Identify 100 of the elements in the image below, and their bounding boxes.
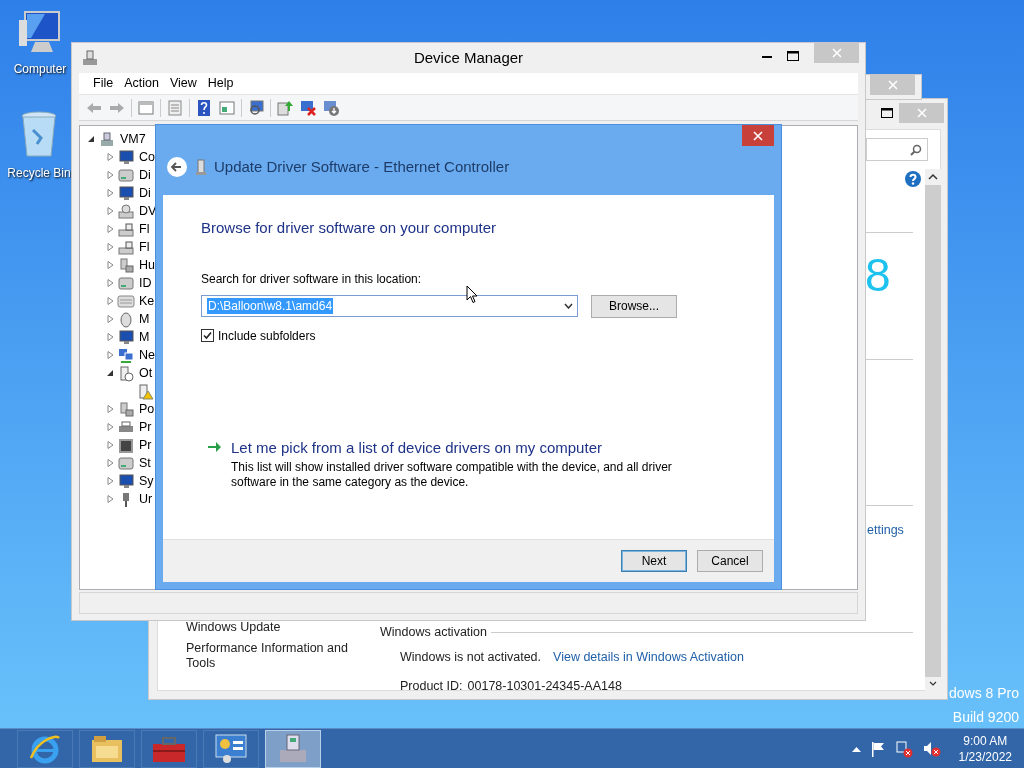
network-error-icon[interactable] (894, 739, 913, 758)
properties-icon[interactable] (166, 98, 184, 117)
expand-arrow-icon[interactable] (106, 459, 114, 467)
tree-item[interactable]: Ot (139, 363, 153, 383)
maximize-icon[interactable] (881, 108, 893, 118)
tree-item[interactable]: Di (139, 165, 151, 185)
expand-arrow-icon[interactable] (106, 225, 114, 233)
dialog-heading: Browse for driver software on your computer (201, 218, 498, 238)
minimize-icon[interactable] (762, 56, 772, 59)
expand-arrow-icon[interactable] (106, 279, 114, 287)
dialog-button[interactable]: Cancel (697, 550, 763, 572)
dialog-button[interactable]: Next (621, 550, 687, 572)
expand-arrow-icon[interactable] (106, 333, 114, 341)
drive-icon (117, 220, 135, 238)
expand-arrow-icon[interactable] (106, 207, 114, 215)
back-button[interactable] (166, 156, 188, 178)
tree-item[interactable]: Ur (139, 489, 153, 509)
expand-arrow-icon[interactable] (106, 171, 114, 179)
cursor-icon (466, 285, 478, 304)
close-button[interactable] (742, 125, 774, 146)
monitor-icon (117, 472, 135, 490)
chip-icon (117, 436, 135, 454)
show-hidden-icons-icon[interactable] (851, 745, 861, 752)
folder-icon[interactable] (90, 733, 124, 764)
computer-icon (81, 49, 99, 67)
expand-arrow-icon[interactable] (106, 351, 114, 359)
maximize-icon[interactable] (787, 50, 799, 61)
sidebar-link[interactable]: Performance Information and Tools (186, 641, 366, 671)
expand-arrow-icon[interactable] (106, 423, 114, 431)
tree-item[interactable]: Po (139, 399, 155, 419)
disc-drive-icon (117, 202, 135, 220)
expand-arrow-icon[interactable] (106, 495, 114, 503)
help-icon[interactable] (905, 171, 921, 187)
tree-item[interactable]: VM7 (120, 129, 146, 149)
menu-item[interactable]: View (165, 74, 201, 93)
expand-arrow-icon[interactable] (106, 261, 114, 269)
menu-item[interactable]: File (89, 74, 118, 93)
sidebar-link[interactable]: Windows Update (186, 620, 366, 635)
search-icon (910, 143, 922, 156)
tree-item[interactable]: Co (139, 147, 155, 167)
version-text: Build 9200 (952, 708, 1019, 726)
clock-date: 1/23/2022 (958, 748, 1012, 765)
console-tree-icon[interactable] (137, 98, 155, 117)
adapter-icon (196, 159, 206, 175)
tree-item[interactable]: St (139, 453, 151, 473)
checkbox-label: Include subfolders (218, 327, 316, 345)
expand-arrow-icon[interactable] (106, 315, 114, 323)
expand-arrow-icon[interactable] (106, 441, 114, 449)
close-icon[interactable] (753, 130, 763, 141)
dropdown-caret-icon[interactable] (564, 303, 573, 309)
tree-item[interactable]: Pr (139, 417, 152, 437)
expand-arrow-icon[interactable] (106, 189, 114, 197)
tree-item[interactable]: Di (139, 183, 151, 203)
flag-icon[interactable] (870, 740, 885, 757)
monitor-icon (117, 328, 135, 346)
expand-arrow-icon[interactable] (106, 153, 114, 161)
include-subfolders-checkbox[interactable] (201, 329, 214, 342)
scan-icon[interactable] (247, 98, 265, 117)
icon-label: Recycle Bin (7, 165, 71, 182)
tree-item[interactable]: Ne (139, 345, 155, 365)
warning-icon (136, 382, 154, 400)
unknown-device-icon (117, 364, 135, 382)
tree-item[interactable]: ID (139, 273, 152, 293)
activation-link[interactable]: View details in Windows Activation (553, 648, 744, 667)
help-icon[interactable] (195, 98, 213, 117)
control-panel-icon[interactable] (213, 732, 249, 765)
menu-item[interactable]: Help (203, 74, 238, 93)
expand-arrow-icon[interactable] (106, 297, 114, 305)
tree-item[interactable]: Fl (139, 219, 150, 239)
dialog-title: Update Driver Software - Ethernet Controller (214, 156, 510, 177)
menu-item[interactable]: Action (120, 74, 163, 93)
tree-item[interactable]: M (139, 327, 150, 347)
settings-link[interactable]: ettings (867, 521, 904, 540)
keyboard-icon (117, 292, 135, 310)
disable-icon[interactable] (322, 98, 340, 117)
collapse-arrow-icon[interactable] (106, 369, 114, 377)
scroll-up-icon[interactable] (925, 169, 941, 185)
taskbar-button[interactable] (79, 729, 135, 768)
recycle-bin-icon[interactable] (19, 110, 59, 160)
icon-label: Computer (13, 61, 67, 78)
uninstall-icon[interactable] (299, 98, 317, 117)
expand-arrow-icon[interactable] (106, 405, 114, 413)
expand-arrow-icon[interactable] (106, 243, 114, 251)
tree-item[interactable]: Fl (139, 237, 150, 257)
action-pane-icon[interactable] (218, 98, 236, 117)
taskbar-button[interactable] (203, 729, 259, 768)
search-field[interactable] (866, 138, 928, 161)
tree-item[interactable]: Ke (139, 291, 155, 311)
browse-button[interactable]: Browse... (591, 294, 677, 318)
tree-item[interactable]: DV (139, 201, 157, 221)
tree-item[interactable]: Hu (139, 255, 155, 275)
tree-item[interactable]: M (139, 309, 150, 329)
taskbar-button[interactable] (17, 729, 73, 768)
tree-item[interactable]: Sy (139, 471, 154, 491)
tree-item[interactable]: Pr (139, 435, 152, 455)
pick-description: This list will show installed driver software compatible with the device, and all driver software in the same category as the device. (231, 460, 673, 490)
clock-time: 9:00 AM (963, 732, 1008, 749)
collapse-arrow-icon[interactable] (87, 135, 95, 143)
expand-arrow-icon[interactable] (106, 477, 114, 485)
pick-from-list-link[interactable]: Let me pick from a list of device drivers on my computer (231, 436, 681, 459)
